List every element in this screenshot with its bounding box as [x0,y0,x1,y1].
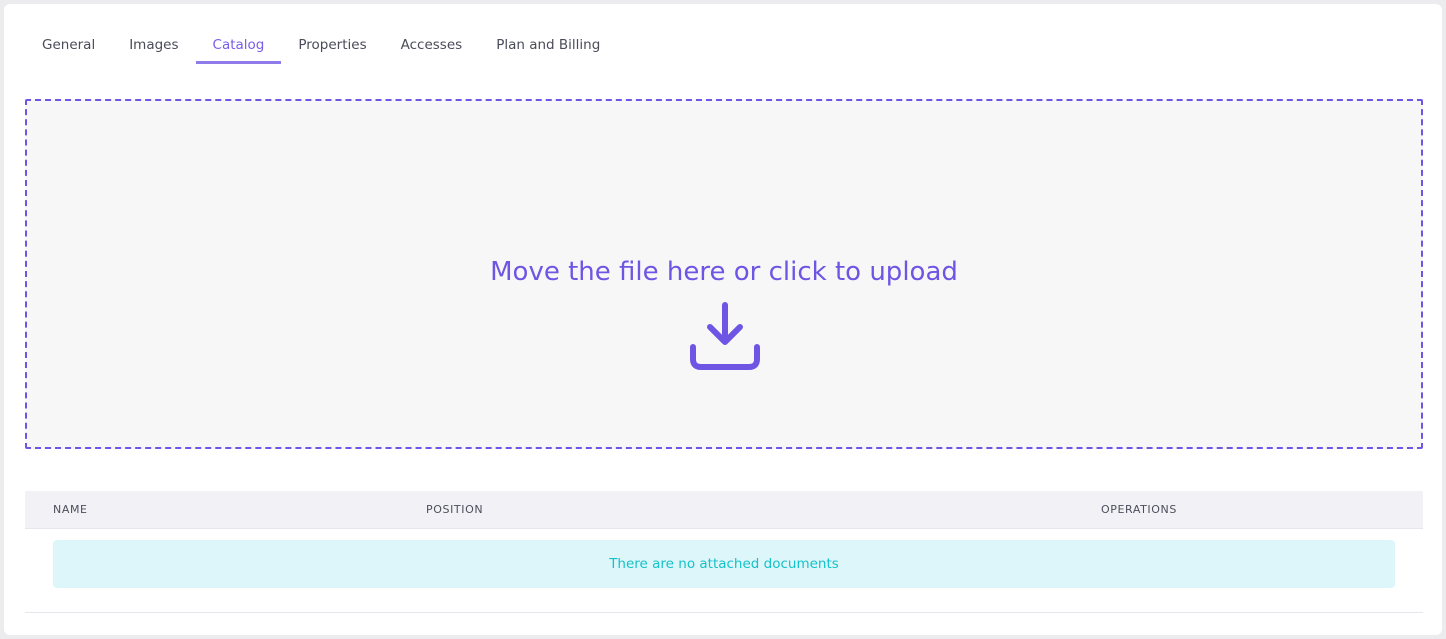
tab-images[interactable]: Images [112,30,195,64]
file-upload-dropzone[interactable]: Move the file here or click to upload [25,99,1423,449]
column-header-position: POSITION [426,503,484,516]
settings-card: General Images Catalog Properties Access… [4,4,1442,635]
column-header-operations: OPERATIONS [1101,503,1177,516]
table-bottom-divider [25,612,1423,613]
upload-prompt: Move the file here or click to upload [490,257,958,287]
empty-state-message: There are no attached documents [53,540,1395,588]
column-header-name: NAME [53,503,88,516]
tab-bar: General Images Catalog Properties Access… [25,30,617,68]
download-icon [690,302,760,370]
documents-table-header: NAME POSITION OPERATIONS [25,491,1423,529]
empty-state-text: There are no attached documents [609,556,839,572]
tab-general[interactable]: General [25,30,112,64]
tab-plan-and-billing[interactable]: Plan and Billing [479,30,617,64]
tab-accesses[interactable]: Accesses [384,30,480,64]
tab-catalog[interactable]: Catalog [195,30,282,64]
tab-properties[interactable]: Properties [281,30,383,64]
